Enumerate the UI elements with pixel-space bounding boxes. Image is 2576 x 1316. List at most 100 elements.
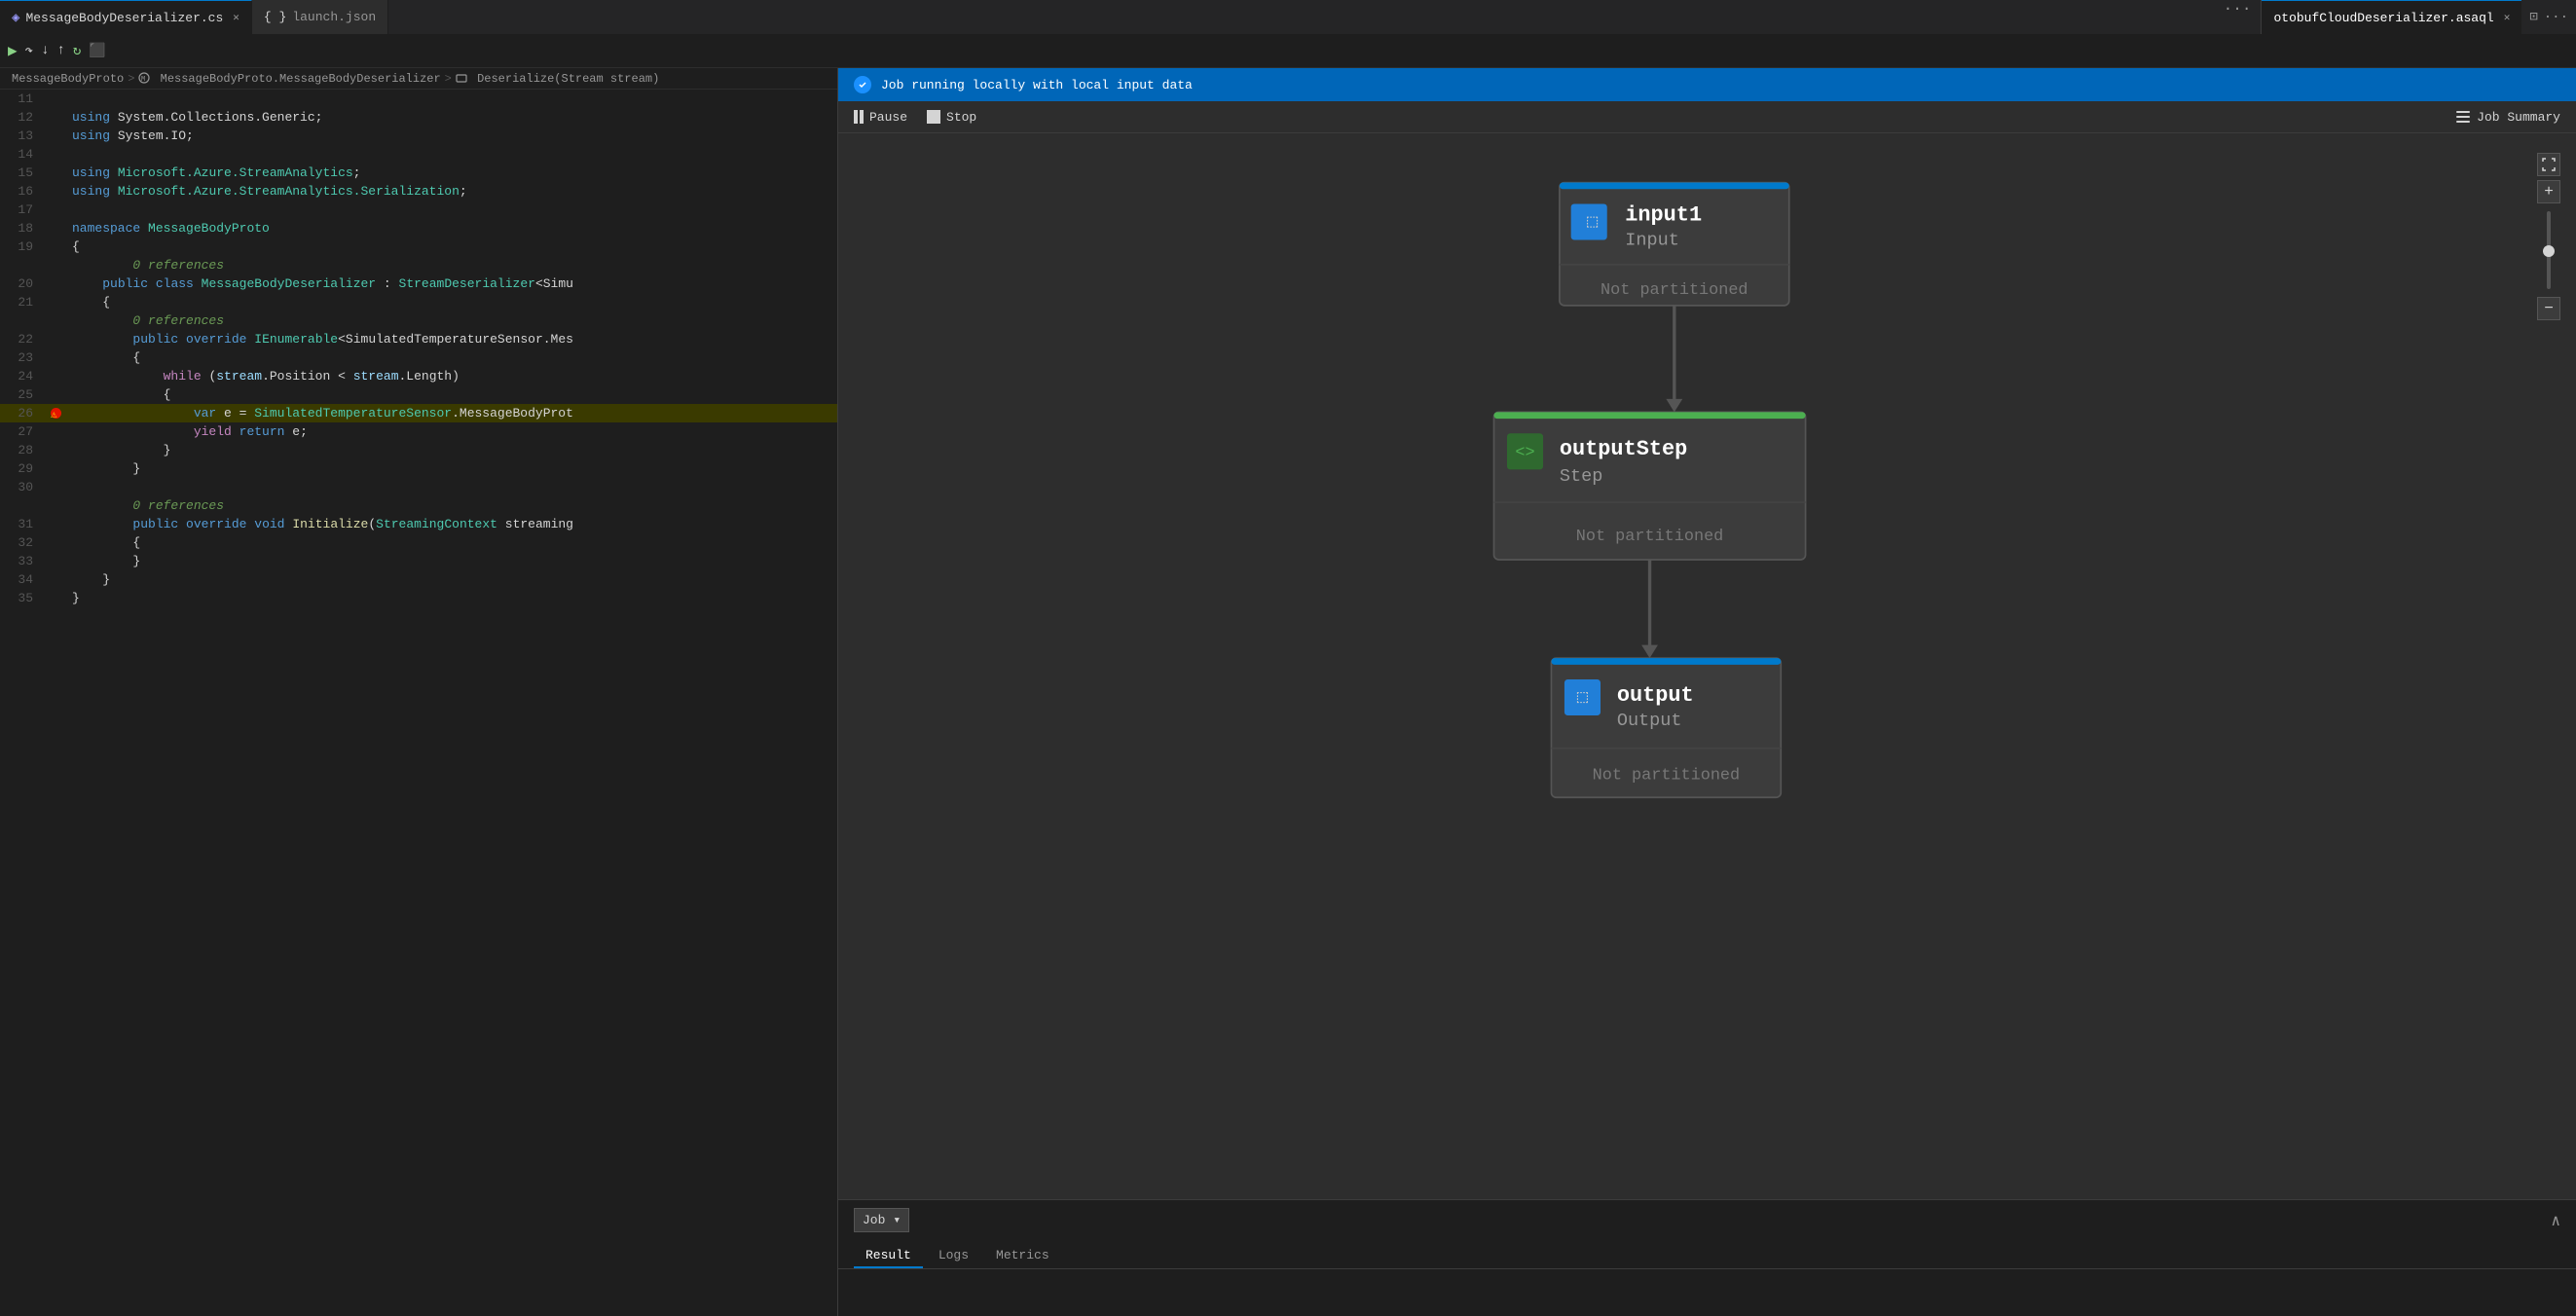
tab-label-cs: MessageBodyDeserializer.cs [25,11,223,25]
breadcrumb-part-3: Deserialize(Stream stream) [456,72,659,86]
json-file-icon: { } [264,10,286,24]
code-line-13: 13 using System.IO; [0,127,837,145]
code-line-18: 18 namespace MessageBodyProto [0,219,837,238]
tab-result[interactable]: Result [854,1244,923,1268]
tab-label-json: launch.json [292,10,376,24]
svg-text:⬚: ⬚ [1577,688,1589,709]
svg-text:outputStep: outputStep [1560,437,1687,461]
breadcrumb-part-2: M MessageBodyProto.MessageBodyDeserializ… [138,72,440,86]
svg-text:⬚: ⬚ [1587,212,1599,233]
job-summary-label: Job Summary [2477,110,2560,125]
job-banner-text: Job running locally with local input dat… [881,78,1193,92]
code-line-33: 33 } [0,552,837,570]
zoom-out-button[interactable]: − [2537,297,2560,320]
stop-icon [927,110,940,124]
result-tabs: Result Logs Metrics [838,1240,2576,1269]
breadcrumb-part-1[interactable]: MessageBodyProto [12,72,124,86]
tab-bar-more-right[interactable]: ··· [2544,10,2568,25]
tab-bar-more-left[interactable]: ··· [2214,0,2262,34]
job-select-chevron-icon: ▾ [893,1213,901,1227]
code-line-12: 12 using System.Collections.Generic; [0,108,837,127]
svg-text:Not partitioned: Not partitioned [1576,528,1723,546]
tab-launch-json[interactable]: { } launch.json [252,0,388,34]
code-line-30: 30 [0,478,837,496]
svg-text:Output: Output [1617,711,1682,731]
zoom-slider[interactable] [2547,211,2551,289]
cs-file-icon: ◈ [12,10,19,26]
svg-text:M: M [141,76,145,84]
breadcrumb-sep-2: > [445,72,452,86]
collapse-panel-button[interactable]: ∧ [2551,1211,2560,1230]
debug-stop-icon[interactable]: ⬛ [89,43,105,59]
svg-text:Input: Input [1625,231,1679,251]
stop-button[interactable]: Stop [927,110,976,125]
svg-text:Step: Step [1560,466,1602,487]
warning-icon: ⚠ [51,408,57,421]
tab-message-body-deserializer[interactable]: ◈ MessageBodyDeserializer.cs ✕ [0,0,252,34]
diagram-svg: ⬚ input1 Input Not partitioned <> output… [838,133,2576,1199]
code-line-15: 15 using Microsoft.Azure.StreamAnalytics… [0,164,837,182]
tab-close-asaql[interactable]: ✕ [2504,11,2511,24]
split-editor-icon[interactable]: ⊡ [2529,9,2537,25]
debug-step-over-icon[interactable]: ↷ [25,43,33,59]
code-line-26: ▶ 26 ⚠ var e = SimulatedTemperatureSenso… [0,404,837,422]
code-line-22: 22 public override IEnumerable<Simulated… [0,330,837,348]
zoom-in-button[interactable]: + [2537,180,2560,203]
svg-text:<>: <> [1515,444,1534,462]
job-select-label: Job [863,1213,885,1227]
debug-continue-icon[interactable]: ▶ [8,41,18,60]
code-ref-22: 0 references [0,311,837,330]
zoom-controls: + − [2537,153,2560,320]
svg-text:Not partitioned: Not partitioned [1593,767,1740,786]
code-line-16: 16 using Microsoft.Azure.StreamAnalytics… [0,182,837,201]
code-line-31: 31 public override void Initialize(Strea… [0,515,837,533]
tab-metrics[interactable]: Metrics [984,1244,1061,1268]
code-line-32: 32 { [0,533,837,552]
code-line-35: 35 } [0,589,837,607]
job-select-row: Job ▾ ∧ [838,1200,2576,1240]
job-summary-icon [2455,109,2471,125]
code-line-29: 29 } [0,459,837,478]
breadcrumb: MessageBodyProto > M MessageBodyProto.Me… [0,68,837,90]
breadcrumb-sep-1: > [128,72,134,86]
pause-icon [854,110,864,124]
job-banner-icon [854,76,871,93]
job-select-dropdown[interactable]: Job ▾ [854,1208,909,1232]
job-banner: Job running locally with local input dat… [838,68,2576,101]
diagram-area[interactable]: ⬚ input1 Input Not partitioned <> output… [838,133,2576,1199]
right-panel: Job running locally with local input dat… [837,68,2576,1316]
job-controls: Pause Stop Job Summary [838,101,2576,133]
code-line-27: 27 yield return e; [0,422,837,441]
svg-text:Not partitioned: Not partitioned [1601,281,1748,300]
debug-restart-icon[interactable]: ↻ [73,43,81,59]
code-line-34: 34 } [0,570,837,589]
code-line-24: 24 while (stream.Position < stream.Lengt… [0,367,837,385]
code-ref-31: 0 references [0,496,837,515]
code-line-14: 14 [0,145,837,164]
code-line-23: 23 { [0,348,837,367]
stop-label: Stop [946,110,976,125]
debug-step-out-icon[interactable]: ↑ [56,43,64,58]
zoom-expand-button[interactable] [2537,153,2560,176]
code-editor[interactable]: 11 12 using System.Collections.Generic; … [0,90,837,1316]
code-line-17: 17 [0,201,837,219]
code-line-25: 25 { [0,385,837,404]
tab-label-asaql: otobufCloudDeserializer.asaql [2273,11,2493,25]
tab-logs[interactable]: Logs [927,1244,980,1268]
code-ref-20: 0 references [0,256,837,274]
code-line-11: 11 [0,90,837,108]
code-line-28: 28 } [0,441,837,459]
code-line-19: 19 { [0,238,837,256]
svg-text:input1: input1 [1625,202,1702,227]
pause-button[interactable]: Pause [854,110,907,125]
debug-step-into-icon[interactable]: ↓ [41,43,49,58]
tab-asaql[interactable]: otobufCloudDeserializer.asaql ✕ [2262,0,2521,34]
code-line-20: 20 public class MessageBodyDeserializer … [0,274,837,293]
svg-text:output: output [1617,683,1694,708]
tab-close-cs[interactable]: ✕ [233,11,239,24]
pause-label: Pause [869,110,907,125]
zoom-slider-thumb[interactable] [2543,245,2555,257]
bottom-panel: Job ▾ ∧ Result Logs Metrics [838,1199,2576,1316]
code-line-21: 21 { [0,293,837,311]
job-summary-button[interactable]: Job Summary [2455,109,2560,125]
